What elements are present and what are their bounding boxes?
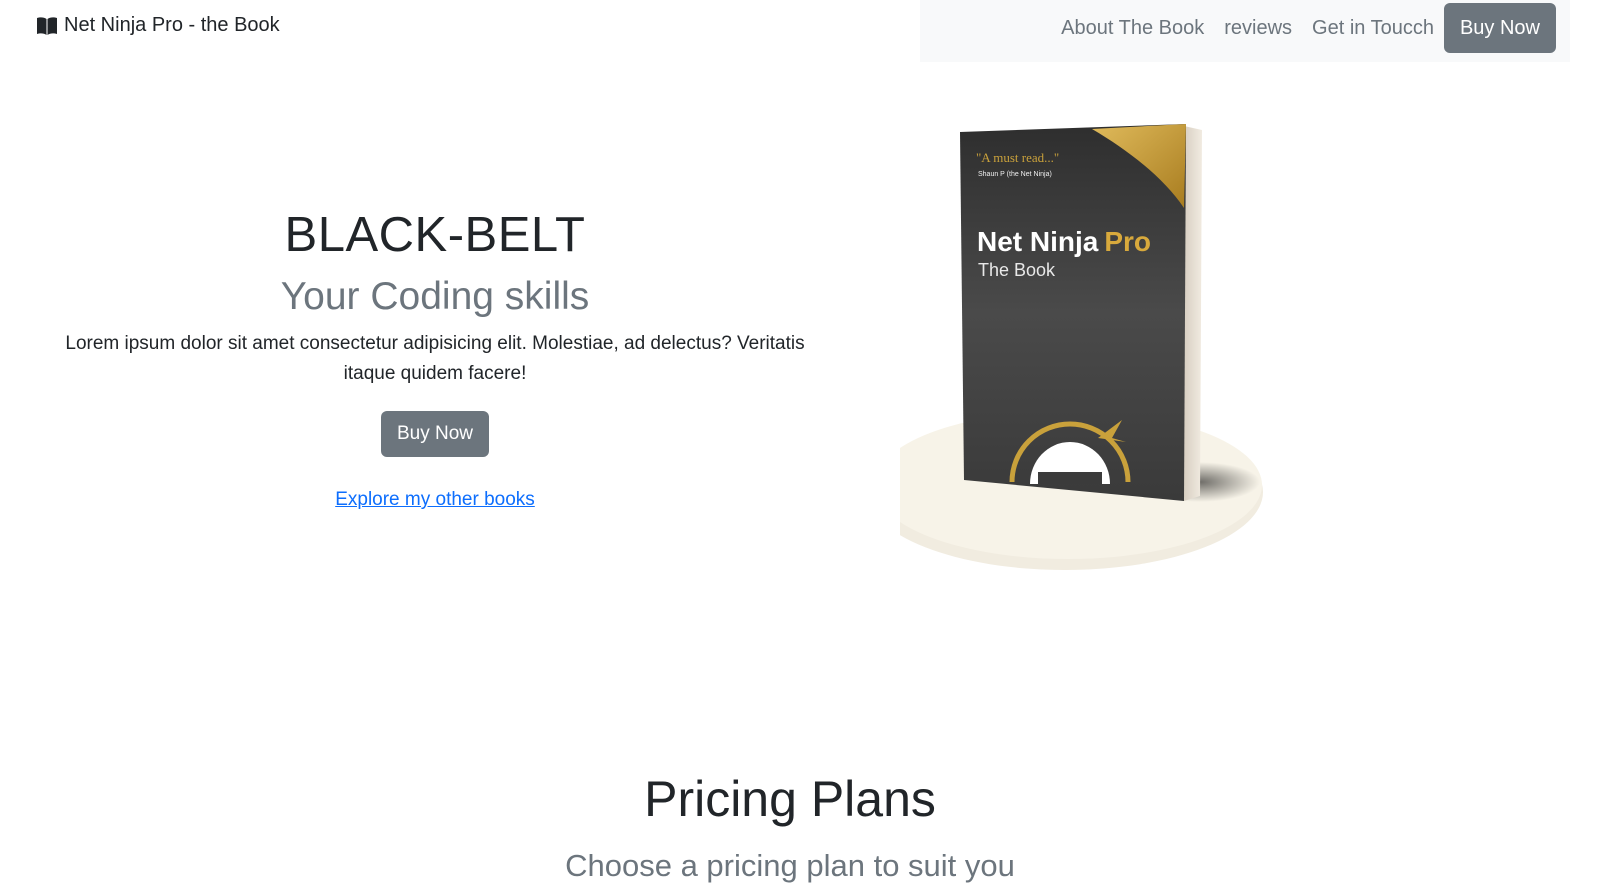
hero-description: Lorem ipsum dolor sit amet consectetur a… bbox=[65, 333, 805, 384]
brand-title: Net Ninja Pro - the Book bbox=[64, 14, 280, 36]
book-title-accent: Pro bbox=[1104, 226, 1151, 257]
book-title-sub: The Book bbox=[978, 260, 1056, 280]
nav-link-reviews[interactable]: reviews bbox=[1214, 2, 1302, 54]
book-title-main: Net Ninja bbox=[977, 226, 1099, 257]
nav-menu: About The Book reviews Get in Toucch Buy… bbox=[920, 0, 1570, 62]
explore-books-link[interactable]: Explore my other books bbox=[60, 489, 810, 511]
nav-link-about[interactable]: About The Book bbox=[1051, 2, 1214, 54]
pricing-subtitle: Choose a pricing plan to suit you bbox=[565, 848, 1015, 883]
book-quote: "A must read..." bbox=[976, 150, 1059, 165]
brand-link[interactable]: Net Ninja Pro - the Book bbox=[36, 14, 280, 37]
book-quote-author: Shaun P (the Net Ninja) bbox=[978, 171, 1052, 178]
pricing-title: Pricing Plans bbox=[644, 771, 936, 827]
book-cover-image: "A must read..." Shaun P (the Net Ninja)… bbox=[900, 120, 1320, 590]
book-icon bbox=[36, 16, 58, 36]
pricing-section: Pricing Plans Choose a pricing plan to s… bbox=[0, 770, 1580, 886]
svg-text:Net NinjaPro: Net Ninja Pro bbox=[977, 226, 1151, 257]
hero-title: BLACK-BELT bbox=[284, 208, 586, 262]
hero-section: BLACK-BELT Your Coding skills Lorem ipsu… bbox=[60, 205, 810, 511]
navbar: Net Ninja Pro - the Book About The Book … bbox=[0, 0, 1622, 62]
hero-buy-now-button[interactable]: Buy Now bbox=[380, 411, 490, 457]
nav-buy-now-button[interactable]: Buy Now bbox=[1443, 3, 1556, 53]
hero-subtitle: Your Coding skills bbox=[280, 275, 590, 318]
nav-link-contact[interactable]: Get in Toucch bbox=[1302, 2, 1444, 54]
